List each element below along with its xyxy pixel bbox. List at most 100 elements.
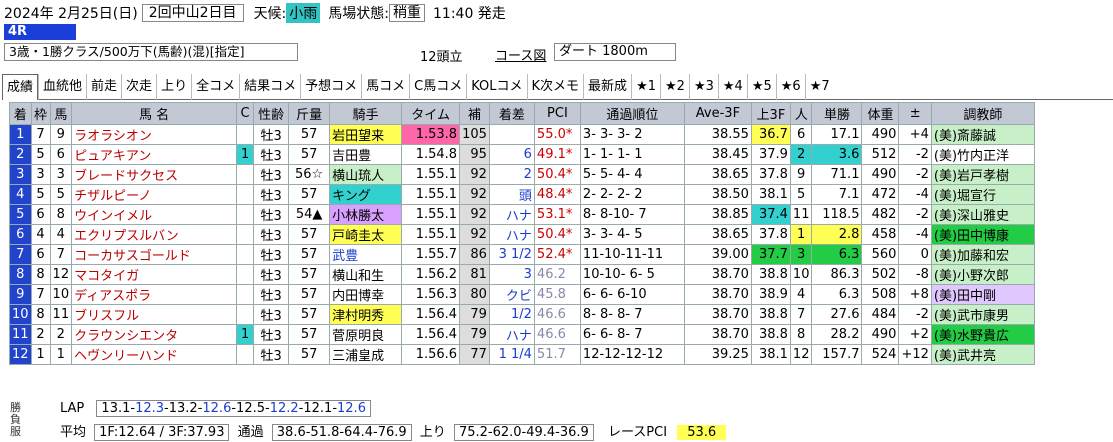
tab-2[interactable]: 前走: [86, 74, 121, 100]
table-row[interactable]: 2 5 6 ピュアキアン 1 牡3 57 吉田豊 1.54.8 95 6 49.1* 1- 1- 1- …: [9, 144, 1035, 165]
col-header[interactable]: 通過順位: [579, 102, 685, 125]
cell-人: 12: [789, 344, 813, 365]
cell-騎手: 武豊: [329, 244, 403, 265]
cell-馬: 12: [49, 264, 73, 285]
col-header[interactable]: ±: [898, 102, 932, 125]
col-header[interactable]: タイム: [401, 102, 461, 125]
cell-±: 0: [898, 244, 932, 265]
cell-枠: 7: [30, 284, 51, 305]
tab-12[interactable]: 最新成: [583, 74, 631, 100]
col-header[interactable]: Ave-3F: [683, 102, 752, 125]
table-row[interactable]: 12 1 1 ヘヴンリーハンド 牡3 57 三浦皇成 1.56.6 77 1 1/4 51.7 12-…: [9, 344, 1035, 365]
table-row[interactable]: 6 4 4 エクリプスルバン 牡3 57 戸崎圭太 1.55.1 92 ハナ 50.4* 3- 3- …: [9, 224, 1035, 245]
cell-馬名[interactable]: コーカサスゴールド: [71, 244, 238, 265]
col-header[interactable]: 性齢: [253, 102, 290, 125]
cell-馬名[interactable]: ヘヴンリーハンド: [71, 344, 238, 365]
cell-性齢: 牡3: [253, 124, 290, 145]
cell-調教師: (美)武井亮: [930, 344, 1035, 365]
tab-16[interactable]: ★4: [717, 74, 747, 100]
cell-補: 79: [459, 304, 490, 325]
tab-3[interactable]: 次走: [121, 74, 156, 100]
lap-values: 13.1-12.3-13.2-12.6-12.5-12.2-12.1-12.6: [96, 400, 371, 417]
tab-15[interactable]: ★3: [688, 74, 718, 100]
table-row[interactable]: 5 6 8 ウインイメル 牡3 54▲ 小林勝太 1.55.1 92 ハナ 53.1* 8- 8-10…: [9, 204, 1035, 225]
col-header[interactable]: 人: [789, 102, 813, 125]
col-header[interactable]: PCI: [533, 102, 581, 125]
cell-馬名[interactable]: マコタイガ: [71, 264, 238, 285]
table-row[interactable]: 7 6 7 コーカサスゴールド 牡3 57 武豊 1.55.7 86 3 1/2 52.4* 11-1…: [9, 244, 1035, 265]
cell-馬名[interactable]: エクリプスルバン: [71, 224, 238, 245]
col-header[interactable]: 騎手: [329, 102, 403, 125]
col-header[interactable]: 斤量: [288, 102, 331, 125]
cell-上3F: 38.9: [750, 284, 791, 305]
cell-通過順位: 6- 6- 6-10: [579, 284, 685, 305]
cell-性齢: 牡3: [253, 224, 290, 245]
tab-9[interactable]: C馬コメ: [409, 74, 466, 100]
table-row[interactable]: 9 7 10 ディアスポラ 牡3 57 内田博幸 1.56.3 80 クビ 45.8 6- 6- 6-…: [9, 284, 1035, 305]
cell-馬名[interactable]: ラオラシオン: [71, 124, 238, 145]
cell-斤量: 56☆: [288, 164, 331, 185]
table-row[interactable]: 3 3 3 ブレードサクセス 牡3 56☆ 横山琉人 1.55.1 92 2 50.4* 5- 5- …: [9, 164, 1035, 185]
cell-馬名[interactable]: ブレードサクセス: [71, 164, 238, 185]
tab-1[interactable]: 血統他: [38, 74, 86, 100]
tab-8[interactable]: 馬コメ: [361, 74, 409, 100]
cell-馬名[interactable]: ピュアキアン: [71, 144, 238, 165]
tab-4[interactable]: 上り: [156, 74, 191, 100]
table-row[interactable]: 10 8 11 ブリスフル 牡3 57 津村明秀 1.56.4 79 1/2 46.6 8- 8- 8…: [9, 304, 1035, 325]
col-header[interactable]: 馬: [49, 102, 73, 125]
cell-着差: 6: [488, 144, 535, 165]
cell-馬名[interactable]: クラウンシエンタ: [71, 324, 238, 345]
cell-単勝: 27.6: [811, 304, 863, 325]
cell-タイム: 1.55.1: [401, 224, 461, 245]
cell-通過順位: 1- 1- 1- 1: [579, 144, 685, 165]
cell-調教師: (美)田中博康: [930, 224, 1035, 245]
tab-17[interactable]: ★5: [746, 74, 776, 100]
tab-18[interactable]: ★6: [775, 74, 805, 100]
cell-人: 11: [789, 204, 813, 225]
cell-体重: 490: [861, 324, 900, 345]
pass-label: 通過: [237, 425, 264, 440]
col-header[interactable]: 馬 名: [71, 102, 238, 125]
cell-人: 10: [789, 264, 813, 285]
table-row[interactable]: 1 7 9 ラオラシオン 牡3 57 岩田望来 1.53.8 105 55.0* 3- 3- 3- …: [9, 124, 1035, 145]
cell-騎手: 三浦皇成: [329, 344, 403, 365]
cell-±: -4: [898, 224, 932, 245]
cell-馬名[interactable]: チザルピーノ: [71, 184, 238, 205]
table-row[interactable]: 4 5 5 チザルピーノ 牡3 57 キング 1.55.1 92 頭 48.4* 2- 2- 2- 2…: [9, 184, 1035, 205]
tab-14[interactable]: ★2: [660, 74, 689, 100]
cell-斤量: 54▲: [288, 204, 331, 225]
lap-split: 13.2: [168, 401, 198, 416]
tab-5[interactable]: 全コメ: [191, 74, 239, 100]
cell-馬: 7: [49, 244, 73, 265]
cell-通過順位: 3- 3- 4- 5: [579, 224, 685, 245]
col-header[interactable]: 枠: [30, 102, 51, 125]
cell-体重: 502: [861, 264, 900, 285]
table-row[interactable]: 11 2 2 クラウンシエンタ 1 牡3 57 菅原明良 1.56.4 79 ハナ 46.6 6- 6-…: [9, 324, 1035, 345]
cell-着: 8: [9, 264, 32, 285]
col-header[interactable]: 補: [459, 102, 490, 125]
tab-7[interactable]: 予想コメ: [300, 74, 361, 100]
cell-騎手: 戸崎圭太: [329, 224, 403, 245]
cell-馬名[interactable]: ディアスポラ: [71, 284, 238, 305]
cell-馬名[interactable]: ウインイメル: [71, 204, 238, 225]
col-header[interactable]: 単勝: [811, 102, 863, 125]
col-header[interactable]: 着差: [488, 102, 535, 125]
tab-10[interactable]: KOLコメ: [466, 74, 526, 100]
tab-0[interactable]: 成績: [2, 74, 39, 100]
tab-6[interactable]: 結果コメ: [239, 74, 300, 100]
table-row[interactable]: 8 8 12 マコタイガ 牡3 57 横山和生 1.56.2 81 3 46.2 10-10- 6- …: [9, 264, 1035, 285]
col-header[interactable]: 調教師: [930, 102, 1035, 125]
course-map-link[interactable]: コース図: [495, 45, 546, 64]
tab-13[interactable]: ★1: [631, 74, 660, 100]
cell-通過順位: 8- 8- 8- 7: [579, 304, 685, 325]
tab-19[interactable]: ★7: [804, 74, 834, 100]
pci-label: レースPCI: [607, 425, 668, 440]
cell-体重: 524: [861, 344, 900, 365]
col-header[interactable]: 体重: [861, 102, 900, 125]
tab-11[interactable]: K次メモ: [526, 74, 584, 100]
col-header[interactable]: 着: [9, 102, 32, 125]
col-header[interactable]: C: [236, 102, 255, 125]
col-header[interactable]: 上3F: [750, 102, 791, 125]
cell-馬名[interactable]: ブリスフル: [71, 304, 238, 325]
cell-上3F: 38.8: [750, 264, 791, 285]
